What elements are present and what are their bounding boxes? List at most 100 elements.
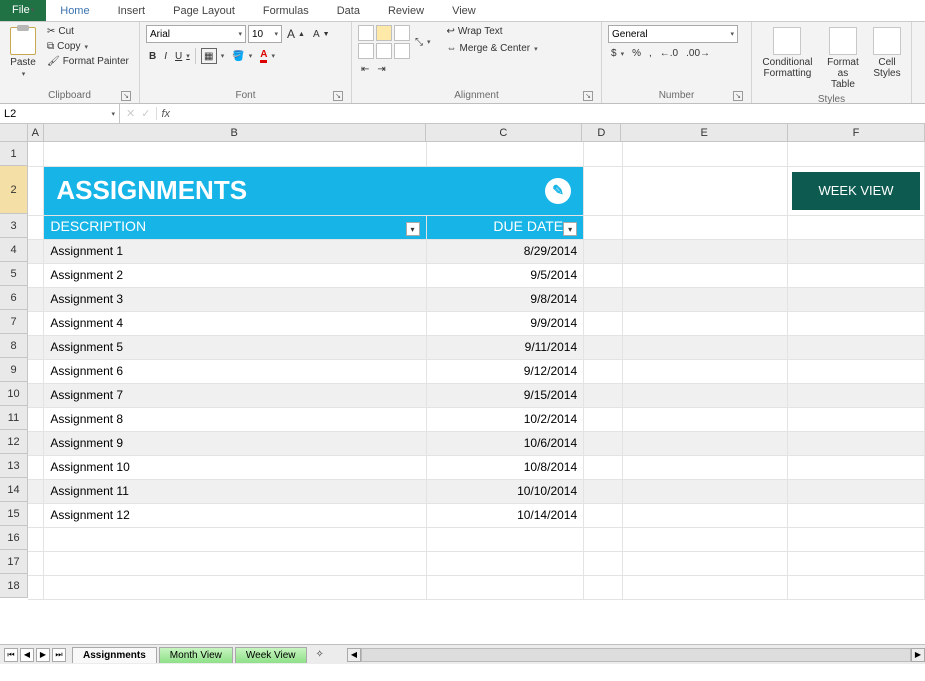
- orientation-button[interactable]: ⤡▾: [412, 36, 434, 49]
- cell-B9[interactable]: Assignment 6: [44, 359, 426, 383]
- cell-B12[interactable]: Assignment 9: [44, 431, 426, 455]
- cell-E7[interactable]: [623, 311, 788, 335]
- decrease-decimal-button[interactable]: .00→: [683, 47, 713, 60]
- cell-E2[interactable]: [623, 166, 788, 215]
- row-header-5[interactable]: 5: [0, 262, 28, 286]
- increase-font-button[interactable]: A▲: [284, 26, 308, 42]
- cell-C18[interactable]: [426, 575, 584, 599]
- merge-center-button[interactable]: ⇔Merge & Center▾: [444, 42, 541, 55]
- cell-F6[interactable]: [788, 287, 925, 311]
- cell-F16[interactable]: [788, 527, 925, 551]
- cell-A14[interactable]: [28, 479, 44, 503]
- cell-D18[interactable]: [584, 575, 623, 599]
- cell-C3[interactable]: DUE DATE▾: [426, 215, 584, 239]
- cell-A11[interactable]: [28, 407, 44, 431]
- italic-button[interactable]: I: [161, 50, 170, 63]
- font-name-select[interactable]: Arial▾: [146, 25, 246, 43]
- cell-C16[interactable]: [426, 527, 584, 551]
- cell-D14[interactable]: [584, 479, 623, 503]
- cell-styles-button[interactable]: Cell Styles: [869, 25, 905, 92]
- cell-E15[interactable]: [623, 503, 788, 527]
- cell-C9[interactable]: 9/12/2014: [426, 359, 584, 383]
- col-header-D[interactable]: D: [582, 124, 621, 141]
- cell-D5[interactable]: [584, 263, 623, 287]
- cell-C15[interactable]: 10/14/2014: [426, 503, 584, 527]
- cell-B10[interactable]: Assignment 7: [44, 383, 426, 407]
- cell-B13[interactable]: Assignment 10: [44, 455, 426, 479]
- cell-E11[interactable]: [623, 407, 788, 431]
- cell-F15[interactable]: [788, 503, 925, 527]
- col-header-E[interactable]: E: [621, 124, 787, 141]
- cell-F12[interactable]: [788, 431, 925, 455]
- cell-D16[interactable]: [584, 527, 623, 551]
- bold-button[interactable]: B: [146, 50, 159, 63]
- cell-F2[interactable]: WEEK VIEW: [788, 166, 925, 215]
- cell-C4[interactable]: 8/29/2014: [426, 239, 584, 263]
- row-header-1[interactable]: 1: [0, 142, 28, 166]
- hscroll-track[interactable]: [361, 648, 911, 662]
- alignment-grid[interactable]: [358, 25, 410, 59]
- cell-C7[interactable]: 9/9/2014: [426, 311, 584, 335]
- sheet-nav-prev[interactable]: ◀: [20, 648, 34, 662]
- row-header-3[interactable]: 3: [0, 214, 28, 238]
- cell-B1[interactable]: [44, 142, 426, 166]
- row-header-13[interactable]: 13: [0, 454, 28, 478]
- cell-C1[interactable]: [426, 142, 584, 166]
- sheet-nav-last[interactable]: ⏭: [52, 648, 66, 662]
- cell-A17[interactable]: [28, 551, 44, 575]
- name-box[interactable]: L2▾: [0, 104, 120, 123]
- cell-A1[interactable]: [28, 142, 44, 166]
- cell-B2[interactable]: ASSIGNMENTS✎: [44, 166, 584, 215]
- sheet-nav-next[interactable]: ▶: [36, 648, 50, 662]
- cell-E4[interactable]: [623, 239, 788, 263]
- percent-button[interactable]: %: [629, 47, 644, 60]
- cell-E14[interactable]: [623, 479, 788, 503]
- tab-file[interactable]: File▾: [0, 0, 46, 21]
- sheet-tab-assignments[interactable]: Assignments: [72, 647, 157, 663]
- row-header-10[interactable]: 10: [0, 382, 28, 406]
- tab-view[interactable]: View: [438, 0, 490, 21]
- format-painter-button[interactable]: 🖌Format Painter: [44, 55, 132, 68]
- cell-A6[interactable]: [28, 287, 44, 311]
- cell-A18[interactable]: [28, 575, 44, 599]
- cell-E18[interactable]: [623, 575, 788, 599]
- row-header-9[interactable]: 9: [0, 358, 28, 382]
- cell-F1[interactable]: [788, 142, 925, 166]
- cell-C6[interactable]: 9/8/2014: [426, 287, 584, 311]
- currency-button[interactable]: $▾: [608, 47, 627, 60]
- cell-E16[interactable]: [623, 527, 788, 551]
- tab-formulas[interactable]: Formulas: [249, 0, 323, 21]
- conditional-formatting-button[interactable]: Conditional Formatting: [758, 25, 817, 92]
- font-color-button[interactable]: A▾: [257, 48, 278, 64]
- sheet-nav-first[interactable]: ⏮: [4, 648, 18, 662]
- cell-A3[interactable]: [28, 215, 44, 239]
- font-size-select[interactable]: 10▾: [248, 25, 282, 43]
- cell-B4[interactable]: Assignment 1: [44, 239, 426, 263]
- cell-E13[interactable]: [623, 455, 788, 479]
- row-header-2[interactable]: 2: [0, 166, 28, 214]
- cell-B16[interactable]: [44, 527, 426, 551]
- cell-B18[interactable]: [44, 575, 426, 599]
- clipboard-launcher[interactable]: ↘: [121, 91, 131, 101]
- enter-formula-icon[interactable]: ✓: [141, 107, 150, 120]
- cell-F13[interactable]: [788, 455, 925, 479]
- cell-A16[interactable]: [28, 527, 44, 551]
- cell-F14[interactable]: [788, 479, 925, 503]
- tab-page-layout[interactable]: Page Layout: [159, 0, 249, 21]
- cell-D15[interactable]: [584, 503, 623, 527]
- cell-D4[interactable]: [584, 239, 623, 263]
- row-header-16[interactable]: 16: [0, 526, 28, 550]
- cell-A13[interactable]: [28, 455, 44, 479]
- col-header-F[interactable]: F: [788, 124, 925, 141]
- cell-B14[interactable]: Assignment 11: [44, 479, 426, 503]
- increase-indent-button[interactable]: ⇥: [374, 63, 388, 76]
- cell-C5[interactable]: 9/5/2014: [426, 263, 584, 287]
- cell-A5[interactable]: [28, 263, 44, 287]
- cell-E9[interactable]: [623, 359, 788, 383]
- number-launcher[interactable]: ↘: [733, 91, 743, 101]
- row-header-15[interactable]: 15: [0, 502, 28, 526]
- tab-home[interactable]: Home: [46, 0, 103, 21]
- week-view-button[interactable]: WEEK VIEW: [792, 172, 920, 210]
- cell-A10[interactable]: [28, 383, 44, 407]
- cell-D11[interactable]: [584, 407, 623, 431]
